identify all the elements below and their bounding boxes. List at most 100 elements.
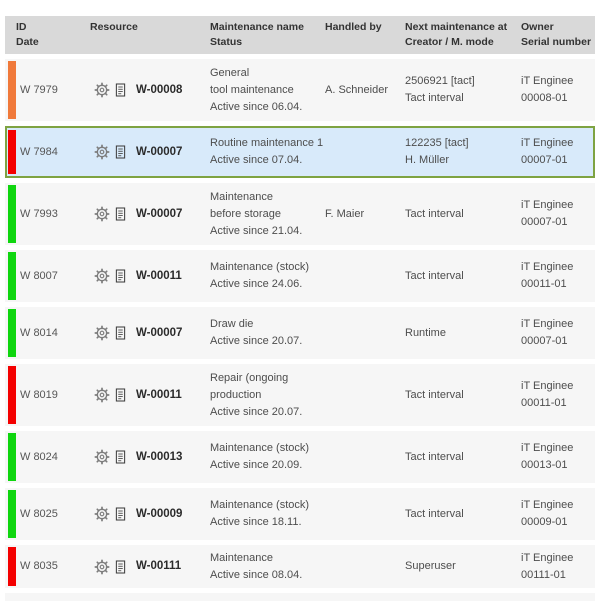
table-row[interactable]: W 8014 W-00007 Draw die Active since 20.…	[5, 307, 595, 359]
resource-code: W-00007	[136, 207, 183, 220]
resource-cell: W-00111	[90, 558, 210, 576]
resource-cell: W-00011	[90, 386, 210, 404]
status-text: Active since 20.07.	[210, 335, 303, 347]
header-line: Status	[210, 36, 243, 48]
gear-icon[interactable]	[93, 81, 111, 99]
handled-by-cell: A. Schneider	[325, 83, 388, 96]
owner-cell: iT Enginee 00013-01	[521, 440, 595, 474]
resource-cell: W-00007	[90, 143, 210, 161]
owner-cell: iT Enginee 00011-01	[521, 259, 595, 293]
row-cells: W 7984 W-00007 Routine maintenance 1 Act…	[20, 128, 593, 176]
owner-cell: iT Enginee 00011-01	[521, 378, 595, 412]
handled-by-cell: F. Maier	[325, 207, 365, 220]
gear-icon[interactable]	[93, 505, 111, 523]
header-line: Next maintenance at	[405, 21, 508, 33]
status-text: Active since 20.07.	[210, 405, 303, 418]
header-next-maintenance[interactable]: Next maintenance at Creator / M. mode	[405, 20, 521, 50]
header-line: Handled by	[325, 21, 382, 33]
document-icon[interactable]	[113, 205, 128, 223]
table-row[interactable]: W 8019 W-00011 Repair (ongoing productio…	[5, 364, 595, 426]
document-icon[interactable]	[113, 448, 128, 466]
status-text: Active since 18.11.	[210, 516, 302, 528]
resource-cell: W-00013	[90, 448, 210, 466]
serial-number: 00007-01	[521, 154, 568, 166]
maintenance-name-line: General	[210, 66, 250, 79]
serial-number: 00011-01	[521, 278, 567, 290]
row-cells: W 8019 W-00011 Repair (ongoing productio…	[20, 364, 595, 426]
owner-cell: iT Enginee 00008-01	[521, 73, 595, 107]
status-color-bar	[8, 433, 16, 481]
table-row[interactable]: W 8024 W-00013 Maintenance (stock) Activ…	[5, 431, 595, 483]
document-icon[interactable]	[113, 143, 128, 161]
document-icon[interactable]	[113, 267, 128, 285]
next-maintenance-line: 2506921 [tact]	[405, 75, 475, 87]
creator-mode-line: H. Müller	[405, 154, 450, 166]
resource-cell: W-00009	[90, 505, 210, 523]
maintenance-cell: Maintenance (stock) Active since 24.06.	[210, 259, 325, 293]
table-row[interactable]: W 8025 W-00009 Maintenance (stock) Activ…	[5, 488, 595, 540]
owner-name: iT Enginee	[521, 499, 574, 511]
maintenance-name-line: Maintenance	[210, 551, 273, 564]
owner-name: iT Enginee	[521, 318, 574, 330]
document-icon[interactable]	[113, 324, 128, 342]
header-line: Serial number	[521, 36, 592, 48]
header-maintenance-name-status[interactable]: Maintenance name Status	[210, 20, 325, 50]
gear-icon[interactable]	[93, 205, 111, 223]
maintenance-name-line: Maintenance	[210, 190, 273, 203]
gear-icon[interactable]	[93, 558, 111, 576]
maintenance-cell: Maintenance before storage Active since …	[210, 189, 325, 240]
header-handled-by[interactable]: Handled by	[325, 20, 405, 50]
document-icon[interactable]	[113, 505, 128, 523]
gear-icon[interactable]	[93, 448, 111, 466]
header-line: Creator / M. mode	[405, 36, 494, 48]
gear-icon[interactable]	[93, 143, 111, 161]
header-line: Owner	[521, 21, 554, 33]
row-id-cell: W 7984	[20, 145, 58, 158]
document-icon[interactable]	[113, 81, 128, 99]
row-id-cell: W 7979	[20, 83, 58, 96]
gear-icon[interactable]	[93, 386, 111, 404]
maintenance-name-line: Maintenance (stock)	[210, 261, 310, 273]
row-id-cell: W 8019	[20, 388, 58, 401]
table-header: ID Date Resource Maintenance name Status…	[5, 16, 595, 54]
header-id-date[interactable]: ID Date	[16, 20, 90, 50]
next-maintenance-line: Tact interval	[405, 507, 464, 520]
resource-code: W-00008	[136, 83, 183, 96]
owner-cell: iT Enginee 00007-01	[521, 197, 595, 231]
next-maintenance-line: Runtime	[405, 326, 446, 339]
document-icon[interactable]	[113, 386, 128, 404]
next-maintenance-cell: 122235 [tact] H. Müller	[405, 135, 521, 169]
row-cells: W 7979 W-00008 General tool maintenance …	[20, 59, 595, 121]
maintenance-cell: Routine maintenance 1 Active since 07.04…	[210, 135, 325, 169]
next-maintenance-cell: Tact interval	[405, 506, 521, 523]
maintenance-cell: Maintenance (stock) Active since 18.11.	[210, 497, 325, 531]
resource-code: W-00009	[136, 507, 183, 520]
resource-cell: W-00011	[90, 267, 210, 285]
resource-code: W-00013	[136, 450, 183, 463]
next-maintenance-cell: Tact interval	[405, 387, 521, 404]
status-color-bar	[8, 366, 16, 424]
serial-number: 00011-01	[521, 397, 567, 409]
serial-number: 00013-01	[521, 459, 568, 471]
gear-icon[interactable]	[93, 267, 111, 285]
row-cells: W 8014 W-00007 Draw die Active since 20.…	[20, 307, 595, 359]
table-row-selected[interactable]: W 7984 W-00007 Routine maintenance 1 Act…	[5, 126, 595, 178]
maintenance-name-line: Draw die	[210, 318, 254, 330]
owner-cell: iT Enginee 00009-01	[521, 497, 595, 531]
row-id-cell: W 8025	[20, 507, 58, 520]
header-line: Maintenance name	[210, 21, 304, 33]
header-owner-serial[interactable]: Owner Serial number	[521, 20, 595, 50]
header-resource[interactable]: Resource	[90, 20, 210, 50]
table-row[interactable]: W 7979 W-00008 General tool maintenance …	[5, 59, 595, 121]
document-icon[interactable]	[113, 558, 128, 576]
serial-number: 00008-01	[521, 92, 568, 104]
next-maintenance-cell: 2506921 [tact] Tact interval	[405, 73, 521, 107]
status-text: Active since 07.04.	[210, 154, 303, 166]
next-maintenance-line: Superuser	[405, 560, 456, 572]
gear-icon[interactable]	[93, 324, 111, 342]
status-text: Active since 08.04.	[210, 568, 303, 581]
row-cells: W 7993 W-00007 Maintenance before storag…	[20, 183, 595, 245]
table-row[interactable]: W 7993 W-00007 Maintenance before storag…	[5, 183, 595, 245]
table-row[interactable]: W 8035 W-00111 Maintenance Active since …	[5, 545, 595, 588]
table-row[interactable]: W 8007 W-00011 Maintenance (stock) Activ…	[5, 250, 595, 302]
